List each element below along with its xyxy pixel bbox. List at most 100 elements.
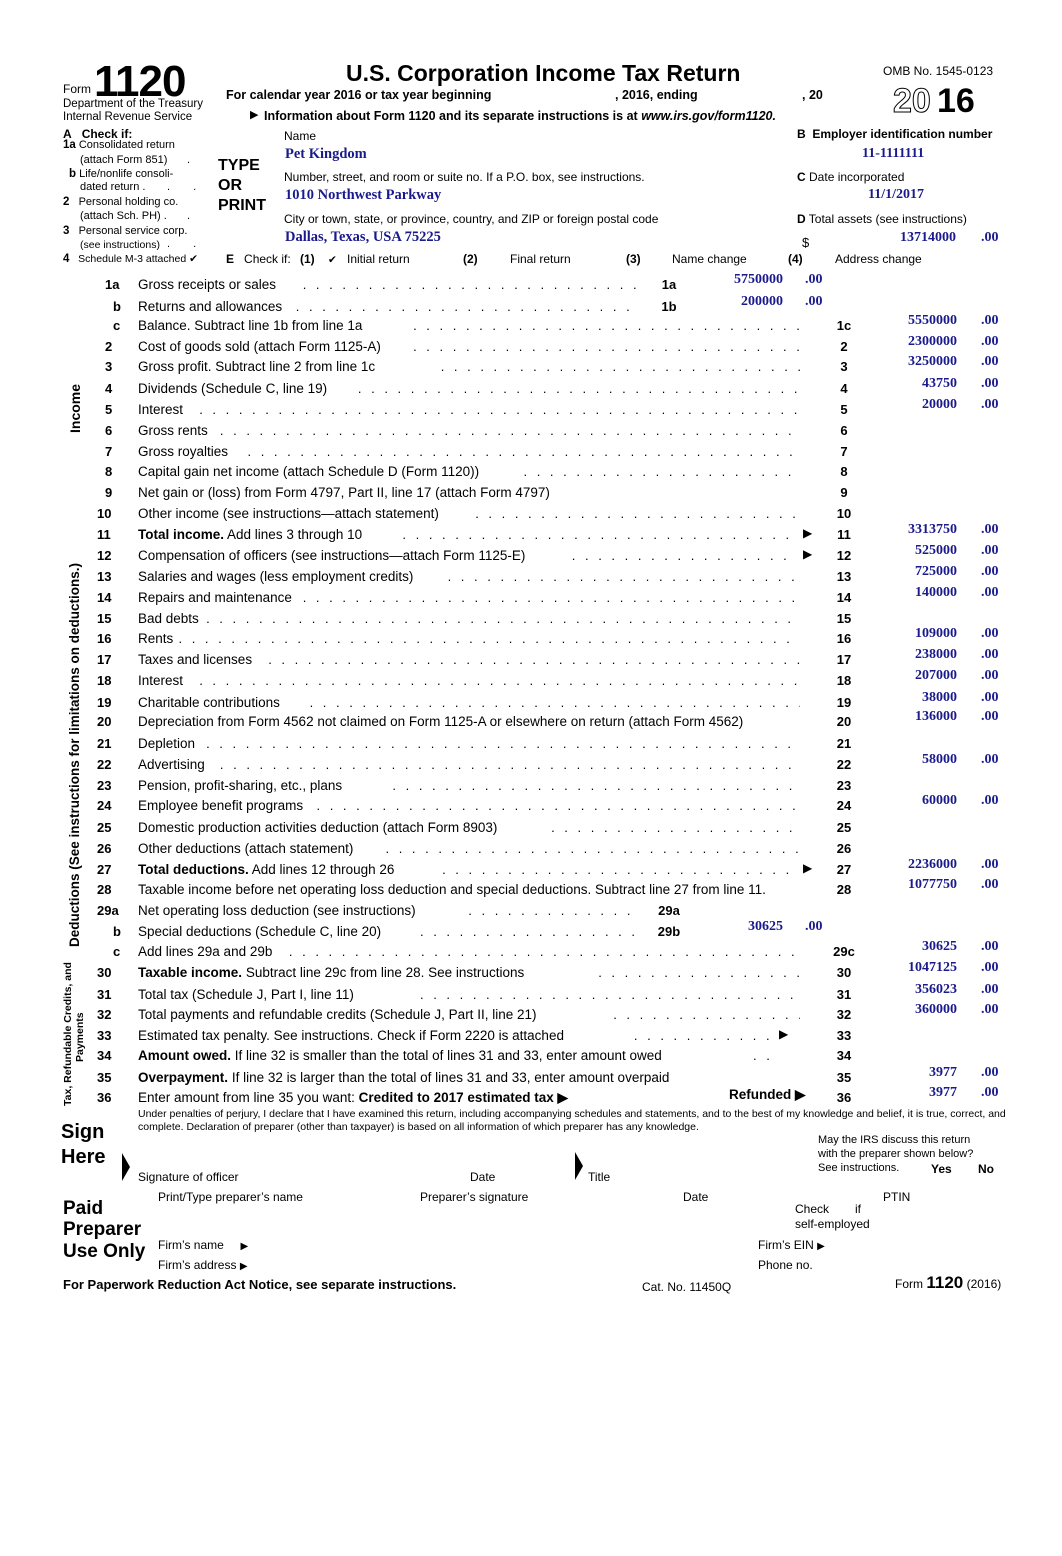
line-box-number: 35 <box>836 1070 852 1085</box>
line-cents-field[interactable]: .00 <box>981 397 999 413</box>
line-cents-field[interactable]: .00 <box>981 709 999 725</box>
line-amount-field[interactable]: 58000 <box>867 752 957 768</box>
line-amount-field[interactable]: 5750000 <box>693 272 783 288</box>
firm-name-field[interactable]: Firm’s name ▶ <box>158 1238 248 1252</box>
checkmark-icon[interactable]: ✔ <box>189 253 198 265</box>
line-amount-field[interactable]: 5550000 <box>867 313 957 329</box>
line-cents-field[interactable]: .00 <box>981 585 999 601</box>
line-amount-field[interactable]: 30625 <box>693 919 783 935</box>
firm-ein-field[interactable]: Firm’s EIN ▶ <box>758 1238 825 1252</box>
line-cents-field[interactable]: .00 <box>805 919 823 935</box>
ein-field[interactable]: 11-1111111 <box>862 146 924 162</box>
line-cents-field[interactable]: .00 <box>981 376 999 392</box>
line-amount-field[interactable]: 3250000 <box>867 354 957 370</box>
discuss-no-option[interactable]: No <box>978 1162 994 1176</box>
title-field[interactable]: Title <box>588 1170 610 1184</box>
line-cents-field[interactable]: .00 <box>981 793 999 809</box>
item-label: Personal holding co. <box>78 196 179 208</box>
check-a-item-1b[interactable]: b Life/nonlife consoli- <box>69 168 173 180</box>
line-text: Interest <box>138 402 184 417</box>
line-amount-field[interactable]: 20000 <box>867 397 957 413</box>
line-description: Salaries and wages (less employment cred… <box>138 569 413 584</box>
line-amount-field[interactable]: 2300000 <box>867 334 957 350</box>
line-amount-field[interactable]: 3977 <box>867 1065 957 1081</box>
line-cents-field[interactable]: .00 <box>805 294 823 310</box>
check-a-item-2[interactable]: 2 Personal holding co. <box>63 196 178 208</box>
leader-dots: ................................ <box>385 841 800 856</box>
line-amount-field[interactable]: 2236000 <box>867 857 957 873</box>
check-a-item-4[interactable]: 4 Schedule M-3 attached ✔ <box>63 253 198 265</box>
line-cents-field[interactable]: .00 <box>805 272 823 288</box>
line-cents-field[interactable]: .00 <box>981 668 999 684</box>
name-label: Name <box>284 129 317 143</box>
line-amount-field[interactable]: 207000 <box>867 668 957 684</box>
line-text: Gross rents <box>138 423 208 438</box>
line-cents-field[interactable]: .00 <box>981 313 999 329</box>
total-assets-field[interactable]: 13714000 <box>900 230 956 246</box>
line-cents-field[interactable]: .00 <box>981 334 999 350</box>
line-box-number: 5 <box>840 402 848 417</box>
ptin-field[interactable]: PTIN <box>883 1190 910 1204</box>
line-number: 22 <box>97 757 112 772</box>
address-change-option[interactable]: Address change <box>835 252 922 266</box>
preparer-date-field[interactable]: Date <box>683 1190 708 1204</box>
line-amount-field[interactable]: 38000 <box>867 690 957 706</box>
line-amount-field[interactable]: 360000 <box>867 1002 957 1018</box>
phone-field[interactable]: Phone no. <box>758 1258 813 1272</box>
line-amount-field[interactable]: 3977 <box>867 1085 957 1101</box>
line-cents-field[interactable]: .00 <box>981 626 999 642</box>
line-cents-field[interactable]: .00 <box>981 647 999 663</box>
preparer-signature-field[interactable]: Preparer’s signature <box>420 1190 528 1204</box>
discuss-yes-option[interactable]: Yes <box>931 1162 952 1176</box>
line-cents-field[interactable]: .00 <box>981 857 999 873</box>
line-cents-field[interactable]: .00 <box>981 1002 999 1018</box>
city-field[interactable]: Dallas, Texas, USA 75225 <box>285 229 441 246</box>
line-cents-field[interactable]: .00 <box>981 1085 999 1101</box>
line-cents-field[interactable]: .00 <box>981 543 999 559</box>
line-amount-field[interactable]: 109000 <box>867 626 957 642</box>
line-amount-field[interactable]: 525000 <box>867 543 957 559</box>
line-cents-field[interactable]: .00 <box>981 690 999 706</box>
line-amount-field[interactable]: 60000 <box>867 793 957 809</box>
line-description: Advertising <box>138 757 205 772</box>
line-cents-field[interactable]: .00 <box>981 752 999 768</box>
line-cents-field[interactable]: .00 <box>981 982 999 998</box>
line-cents-field[interactable]: .00 <box>981 1065 999 1081</box>
line-amount-field[interactable]: 1077750 <box>867 877 957 893</box>
calendar-year-ending: , 2016, ending <box>615 88 698 102</box>
line-amount-field[interactable]: 30625 <box>867 939 957 955</box>
checkmark-icon[interactable]: ✔ <box>328 254 337 266</box>
line-amount-field[interactable]: 1047125 <box>867 960 957 976</box>
incorporated-date-field[interactable]: 11/1/2017 <box>868 187 924 203</box>
final-return-option[interactable]: Final return <box>510 252 571 266</box>
line-amount-field[interactable]: 3313750 <box>867 522 957 538</box>
initial-return-option[interactable]: Initial return <box>347 252 410 266</box>
firm-address-field[interactable]: Firm’s address ▶ <box>158 1258 248 1272</box>
street-field[interactable]: 1010 Northwest Parkway <box>285 187 441 204</box>
line-cents-field[interactable]: .00 <box>981 877 999 893</box>
line-cents-field[interactable]: .00 <box>981 960 999 976</box>
line-number: 34 <box>97 1048 112 1063</box>
line-amount-field[interactable]: 140000 <box>867 585 957 601</box>
line-cents-field[interactable]: .00 <box>981 564 999 580</box>
line-cents-field[interactable]: .00 <box>981 522 999 538</box>
line-amount-field[interactable]: 356023 <box>867 982 957 998</box>
line-description: Compensation of officers (see instructio… <box>138 548 525 563</box>
line-text: Net operating loss deduction (see instru… <box>138 903 416 918</box>
line-amount-field[interactable]: 136000 <box>867 709 957 725</box>
line-amount-field[interactable]: 238000 <box>867 647 957 663</box>
line-cents-field[interactable]: .00 <box>981 354 999 370</box>
name-change-option[interactable]: Name change <box>672 252 747 266</box>
line-cents-field[interactable]: .00 <box>981 939 999 955</box>
info-url[interactable]: www.irs.gov/form1120. <box>641 109 776 123</box>
preparer-name-field[interactable]: Print/Type preparer’s name <box>158 1190 303 1204</box>
self-employed-check-label[interactable]: Check if <box>795 1202 861 1216</box>
name-field[interactable]: Pet Kingdom <box>285 146 367 163</box>
line-amount-field[interactable]: 43750 <box>867 376 957 392</box>
line-amount-field[interactable]: 725000 <box>867 564 957 580</box>
signature-of-officer-field[interactable]: Signature of officer <box>138 1170 239 1184</box>
check-a-item-1a[interactable]: 1a Consolidated return <box>63 139 175 151</box>
check-a-item-3[interactable]: 3 Personal service corp. <box>63 225 187 237</box>
line-amount-field[interactable]: 200000 <box>693 294 783 310</box>
sign-date-field[interactable]: Date <box>470 1170 495 1184</box>
